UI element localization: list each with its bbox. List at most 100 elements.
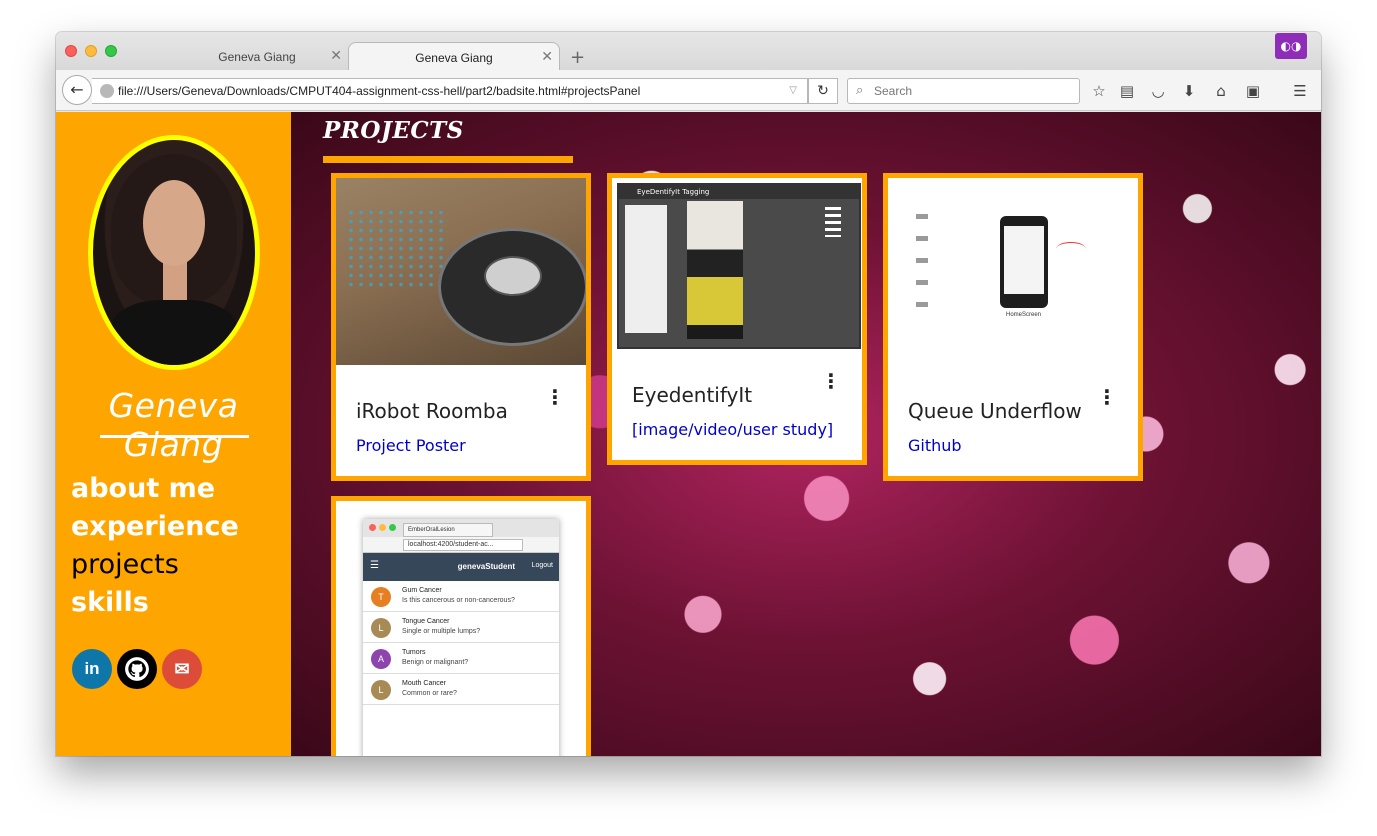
kebab-menu-icon[interactable]: ⋮ <box>1097 387 1117 407</box>
eyedentify-tag-list <box>625 205 667 333</box>
project-card-roomba: iRobot Roomba Project Poster ⋮ <box>331 173 591 481</box>
ember-row-subtitle: Benign or malignant? <box>402 659 469 666</box>
card-link[interactable]: Github <box>908 436 962 455</box>
ember-list-item: L Tongue Cancer Single or multiple lumps… <box>363 612 559 643</box>
avatar <box>88 135 260 370</box>
tab-label: Geneva Giang <box>415 51 493 65</box>
new-tab-button[interactable]: + <box>570 47 585 68</box>
ember-row-avatar: T <box>371 587 391 607</box>
reload-icon[interactable]: ↻ <box>808 78 838 104</box>
screenshot-icon[interactable]: ▣ <box>1242 80 1264 102</box>
linkedin-icon[interactable]: in <box>72 649 112 689</box>
eyedentify-image: EyeDentifyIt Tagging <box>612 178 862 349</box>
ember-row-subtitle: Common or rare? <box>402 690 457 697</box>
browser-window: Geneva Giang ✕ Geneva Giang ✕ + ◐◑ ← fil… <box>56 32 1321 756</box>
phone-screen <box>1004 226 1044 294</box>
ember-row-title: Tumors <box>402 649 426 656</box>
eyedentify-tags <box>825 207 841 237</box>
page-viewport: Geneva Giang about me experience project… <box>56 112 1321 756</box>
close-tab-icon[interactable]: ✕ <box>541 48 553 65</box>
ember-row-avatar: L <box>371 618 391 638</box>
projects-panel: PROJECTS iRobot Roomba Project Poster ⋮ … <box>291 112 1321 756</box>
bookmark-star-icon[interactable]: ☆ <box>1088 80 1110 102</box>
pocket-icon[interactable]: ◡ <box>1147 80 1169 102</box>
minimize-window-button[interactable] <box>85 45 97 57</box>
search-input[interactable]: ⌕ Search <box>847 78 1080 104</box>
card-link[interactable]: Project Poster <box>356 436 466 455</box>
ember-close-dot <box>369 524 376 531</box>
nav-item-about-me[interactable]: about me <box>71 470 239 508</box>
kebab-menu-icon[interactable]: ⋮ <box>821 371 841 391</box>
ember-row-title: Mouth Cancer <box>402 680 446 687</box>
roomba-image <box>336 178 586 365</box>
queue-menu-icons <box>916 214 928 324</box>
tab-active[interactable]: Geneva Giang ✕ <box>348 42 560 70</box>
sidebar-nav: about me experience projects skills <box>71 470 239 622</box>
ember-menu-icon: ☰ <box>370 560 379 571</box>
project-card-ember: EmberOralLesion localhost:4200/student-a… <box>331 496 591 756</box>
tab-strip: Geneva Giang ✕ Geneva Giang ✕ + ◐◑ <box>56 32 1321 70</box>
ember-logout: Logout <box>531 562 553 569</box>
profile-name: Geneva Giang <box>108 386 239 464</box>
dropdown-icon[interactable]: ▽ <box>789 85 797 96</box>
tab-label: Geneva Giang <box>218 50 296 64</box>
nav-toolbar: ← file:///Users/Geneva/Downloads/CMPUT40… <box>56 70 1321 111</box>
ember-list-item: L Mouth Cancer Common or rare? <box>363 674 559 705</box>
search-placeholder: Search <box>874 84 913 98</box>
download-icon[interactable]: ⬇ <box>1178 80 1200 102</box>
roomba-center <box>484 256 542 296</box>
eyedentify-window-title: EyeDentifyIt Tagging <box>619 185 859 199</box>
nav-item-projects[interactable]: projects <box>71 546 239 584</box>
home-icon[interactable]: ⌂ <box>1210 80 1232 102</box>
project-card-eyedentifyit: EyeDentifyIt Tagging EyedentifyIt [image… <box>607 173 867 465</box>
eyedentify-window: EyeDentifyIt Tagging <box>617 183 861 349</box>
back-icon[interactable]: ← <box>62 75 92 105</box>
nav-item-experience[interactable]: experience <box>71 508 239 546</box>
close-window-button[interactable] <box>65 45 77 57</box>
roomba-debris <box>346 208 446 288</box>
search-icon: ⌕ <box>856 83 864 98</box>
name-underline <box>100 435 249 438</box>
avatar-shirt <box>111 300 237 365</box>
avatar-face <box>143 180 205 266</box>
ember-brand: genevaStudent <box>457 562 515 571</box>
ember-row-title: Gum Cancer <box>402 587 442 594</box>
annotation-arrow <box>1056 242 1086 256</box>
email-icon[interactable]: ✉ <box>162 649 202 689</box>
zoom-window-button[interactable] <box>105 45 117 57</box>
ember-tabbar: EmberOralLesion <box>363 519 559 537</box>
tab-inactive[interactable]: Geneva Giang ✕ <box>166 42 348 70</box>
globe-icon <box>100 84 114 98</box>
sidebar: Geneva Giang about me experience project… <box>56 112 291 756</box>
kebab-menu-icon[interactable]: ⋮ <box>545 387 565 407</box>
phone-mockup <box>1000 216 1048 308</box>
ember-row-subtitle: Is this cancerous or non-cancerous? <box>402 597 515 604</box>
phone-label: HomeScreen <box>1006 312 1042 318</box>
section-underline <box>323 156 573 163</box>
eyedentify-photo <box>687 201 743 339</box>
menu-icon[interactable]: ☰ <box>1289 80 1311 102</box>
ember-url: localhost:4200/student-ac... <box>403 539 523 551</box>
card-title: iRobot Roomba <box>356 399 508 423</box>
url-text[interactable]: file:///Users/Geneva/Downloads/CMPUT404-… <box>118 84 640 98</box>
card-title: Queue Underflow <box>908 399 1082 423</box>
ember-minimize-dot <box>379 524 386 531</box>
ember-row-title: Tongue Cancer <box>402 618 450 625</box>
ember-row-avatar: A <box>371 649 391 669</box>
ember-row-subtitle: Single or multiple lumps? <box>402 628 481 635</box>
ember-screenshot: EmberOralLesion localhost:4200/student-a… <box>363 519 559 756</box>
close-tab-icon[interactable]: ✕ <box>330 47 342 64</box>
card-link[interactable]: [image/video/user study] <box>632 420 833 439</box>
ember-header: ☰ genevaStudent Logout <box>363 553 559 581</box>
card-title: EyedentifyIt <box>632 383 753 407</box>
github-icon[interactable] <box>117 649 157 689</box>
project-card-queue-underflow: HomeScreen Queue Underflow Github ⋮ <box>883 173 1143 481</box>
queue-underflow-image: HomeScreen <box>888 178 1138 368</box>
ember-row-avatar: L <box>371 680 391 700</box>
private-mask-icon[interactable]: ◐◑ <box>1275 33 1307 59</box>
nav-item-skills[interactable]: skills <box>71 584 239 622</box>
url-bar[interactable]: file:///Users/Geneva/Downloads/CMPUT404-… <box>92 78 808 104</box>
reader-icon[interactable]: ▤ <box>1116 80 1138 102</box>
section-title: PROJECTS <box>323 117 464 144</box>
ember-list-item: T Gum Cancer Is this cancerous or non-ca… <box>363 581 559 612</box>
